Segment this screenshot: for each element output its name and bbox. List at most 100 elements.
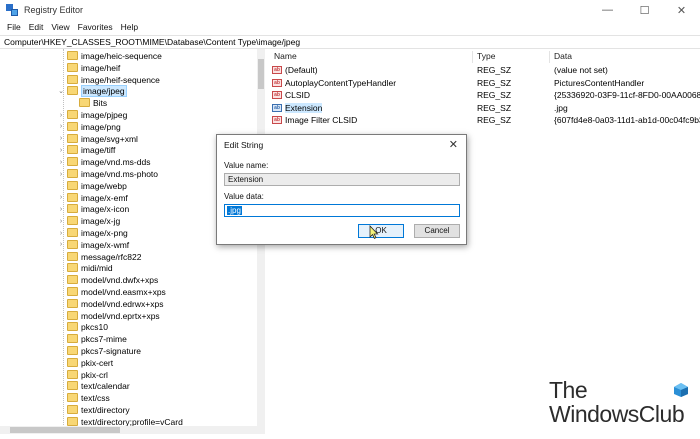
folder-icon [67, 74, 78, 84]
tree-item[interactable]: pkix-crl [0, 369, 264, 381]
value-data: .jpg [554, 102, 568, 113]
dialog-close-button[interactable]: ✕ [449, 138, 458, 151]
tree-item[interactable]: model/vnd.dwfx+xps [0, 274, 264, 286]
windowsclub-logo-icon [674, 383, 688, 397]
tree-item[interactable]: Bits [0, 97, 264, 109]
scroll-thumb[interactable] [258, 59, 264, 89]
value-name: CLSID [285, 90, 311, 100]
expand-chevron-icon[interactable]: › [57, 159, 65, 166]
column-header-data[interactable]: Data [554, 49, 572, 63]
value-row[interactable]: ab Image Filter CLSID REG_SZ {607fd4e8-0a03… [268, 114, 700, 126]
tree-item-label: model/vnd.edrwx+xps [81, 298, 164, 309]
tree-item-label: text/css [81, 393, 110, 404]
menu-file[interactable]: File [3, 22, 25, 32]
address-path: Computer\HKEY_CLASSES_ROOT\MIME\Database… [4, 37, 301, 47]
tree-item[interactable]: message/rfc822 [0, 251, 264, 263]
tree-item-label: image/heif [81, 62, 121, 73]
tree-item[interactable]: model/vnd.edrwx+xps [0, 298, 264, 310]
tree-item[interactable]: midi/mid [0, 262, 264, 274]
value-type: REG_SZ [477, 77, 512, 88]
tree-item[interactable]: model/vnd.eprtx+xps [0, 310, 264, 322]
value-row[interactable]: ab Extension REG_SZ .jpg [268, 102, 700, 114]
value-name: Image Filter CLSID [285, 115, 358, 125]
value-row[interactable]: ab CLSID REG_SZ {25336920-03F9-11cf-8FD0-00… [268, 89, 700, 101]
folder-icon [67, 180, 78, 190]
expand-chevron-icon[interactable]: › [57, 206, 65, 213]
folder-icon [67, 381, 78, 391]
tree-item-label: image/webp [81, 180, 127, 191]
tree-item-label: message/rfc822 [81, 251, 142, 262]
value-row[interactable]: ab (Default) REG_SZ (value not set) [268, 64, 700, 76]
tree-item[interactable]: pkix-cert [0, 357, 264, 369]
tree-item[interactable]: › image/png [0, 121, 264, 133]
tree-item[interactable]: pkcs7-signature [0, 345, 264, 357]
expand-chevron-icon[interactable]: › [57, 112, 65, 119]
tree-item[interactable]: image/heif-sequence [0, 74, 264, 86]
expand-chevron-icon[interactable]: › [57, 230, 65, 237]
folder-icon [67, 121, 78, 131]
tree-item[interactable]: › image/pjpeg [0, 109, 264, 121]
value-name: Extension [285, 102, 323, 113]
menu-edit[interactable]: Edit [25, 22, 48, 32]
tree-item[interactable]: image/heic-sequence [0, 50, 264, 62]
tree-item[interactable]: pkcs10 [0, 321, 264, 333]
ok-button[interactable]: OK [358, 224, 404, 238]
tree-item[interactable]: text/css [0, 392, 264, 404]
tree-item-label: midi/mid [81, 263, 113, 274]
expand-chevron-icon[interactable]: › [57, 218, 65, 225]
expand-chevron-icon[interactable]: › [57, 194, 65, 201]
string-value-icon: ab [272, 66, 282, 74]
string-value-icon: ab [272, 116, 282, 124]
address-bar[interactable]: Computer\HKEY_CLASSES_ROOT\MIME\Database… [0, 35, 700, 49]
expand-chevron-icon[interactable]: › [57, 241, 65, 248]
watermark: The WindowsClub [549, 377, 685, 427]
column-header-type[interactable]: Type [477, 49, 495, 63]
expand-chevron-icon[interactable]: › [57, 135, 65, 142]
menu-bar: File Edit View Favorites Help [0, 20, 700, 34]
tree-item[interactable]: pkcs7-mime [0, 333, 264, 345]
tree-item-label: image/pjpeg [81, 110, 128, 120]
edit-string-dialog: Edit String ✕ Value name: Extension Valu… [216, 134, 467, 245]
column-divider[interactable] [472, 51, 473, 63]
folder-icon [67, 405, 78, 414]
watermark-line1: The [549, 377, 588, 403]
tree-item-label: pkix-crl [81, 369, 108, 380]
folder-icon [67, 133, 78, 143]
menu-view[interactable]: View [47, 22, 73, 32]
string-value-icon: ab [272, 78, 282, 87]
collapse-chevron-icon[interactable]: ⌄ [57, 87, 65, 95]
tree-item-label: image/x-wmf [81, 239, 130, 250]
menu-help[interactable]: Help [117, 22, 142, 32]
mouse-cursor-icon [369, 225, 379, 239]
tree-item[interactable]: text/directory [0, 404, 264, 416]
tree-item-label: image/x-icon [81, 204, 130, 215]
scroll-thumb[interactable] [10, 427, 120, 433]
tree-item-label: model/vnd.easmx+xps [81, 287, 166, 297]
folder-icon [67, 251, 78, 261]
tree-item-label: text/directory [81, 405, 130, 415]
tree-item[interactable]: image/heif [0, 62, 264, 74]
value-data-label: Value data: [224, 192, 264, 201]
folder-icon [67, 287, 78, 296]
tree-item-label: model/vnd.eprtx+xps [81, 310, 160, 321]
value-row[interactable]: ab AutoplayContentTypeHandler REG_SZ Pictur… [268, 77, 700, 89]
tree-horizontal-scrollbar[interactable] [0, 426, 265, 434]
expand-chevron-icon[interactable]: › [57, 123, 65, 130]
folder-icon [79, 98, 90, 108]
expand-chevron-icon[interactable]: › [57, 147, 65, 154]
menu-favorites[interactable]: Favorites [74, 22, 117, 32]
tree-item[interactable]: ⌄ image/jpeg [0, 85, 264, 98]
folder-icon [67, 322, 78, 332]
tree-item[interactable]: model/vnd.easmx+xps [0, 286, 264, 298]
expand-chevron-icon[interactable]: › [57, 171, 65, 178]
tree-item[interactable]: text/calendar [0, 380, 264, 392]
cancel-button[interactable]: Cancel [414, 224, 460, 238]
folder-icon [67, 86, 78, 96]
maximize-button[interactable]: ☐ [626, 0, 663, 20]
column-divider[interactable] [549, 51, 550, 63]
column-header-name[interactable]: Name [274, 49, 297, 63]
value-data-input[interactable]: .jpg [224, 204, 460, 217]
tree-item-label: image/png [81, 121, 121, 132]
close-button[interactable]: ✕ [663, 0, 700, 20]
minimize-button[interactable]: — [589, 0, 626, 20]
